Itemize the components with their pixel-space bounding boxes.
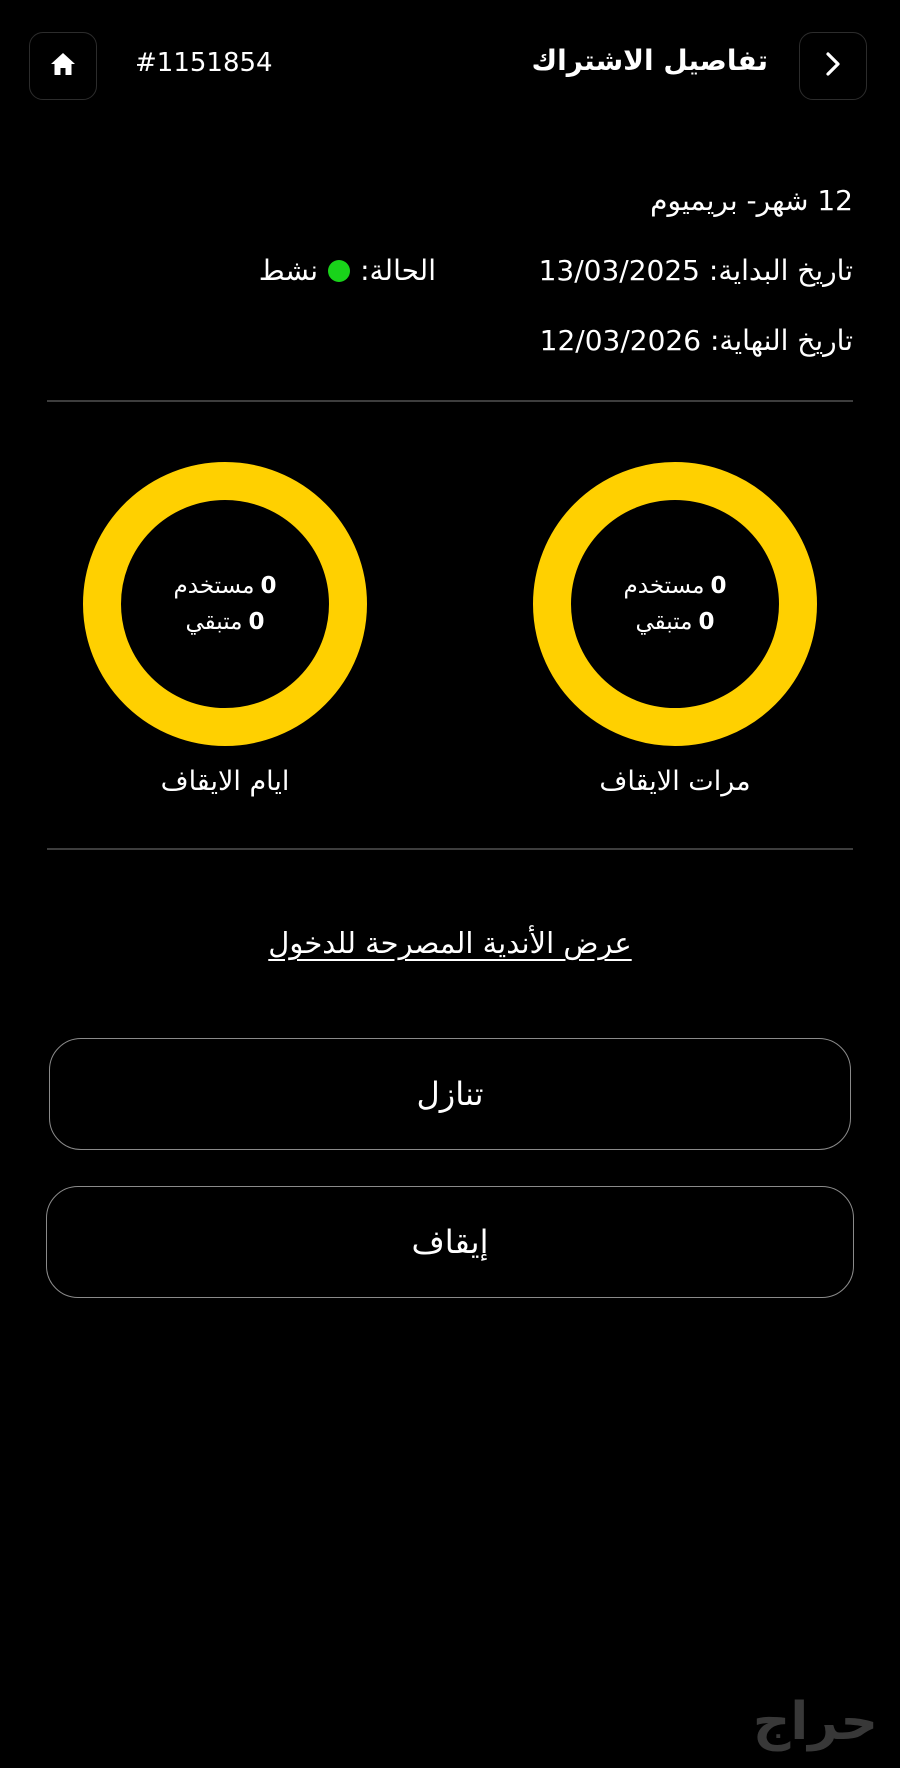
watermark-logo: حراج — [752, 1692, 878, 1752]
freeze-count-remaining: 0 متبقي — [635, 609, 715, 635]
freeze-days-remaining: 0 متبقي — [185, 609, 265, 635]
status-value: نشط — [258, 254, 319, 287]
subscription-id: #1151854 — [135, 48, 273, 78]
end-date-label: تاريخ النهاية: — [709, 324, 853, 357]
header-bar: #1151854 تفاصيل الاشتراك — [0, 0, 900, 135]
freeze-days-used: 0 مستخدم — [173, 573, 277, 599]
back-button[interactable] — [799, 32, 867, 100]
start-date-label: تاريخ البداية: — [708, 254, 853, 287]
page-title: تفاصيل الاشتراك — [531, 44, 769, 77]
freeze-days-stat: 0 مستخدم 0 متبقي ايام الايقاف — [83, 462, 367, 797]
dates-row: تاريخ البداية: 13/03/2025 الحالة: نشط — [47, 254, 853, 294]
divider — [47, 848, 853, 850]
status: الحالة: نشط — [259, 254, 436, 287]
allowed-clubs-link[interactable]: عرض الأندية المصرحة للدخول — [0, 926, 900, 960]
start-date-value: 13/03/2025 — [538, 254, 700, 287]
start-date: تاريخ البداية: 13/03/2025 — [539, 254, 853, 287]
freeze-count-caption: مرات الايقاف — [599, 766, 751, 797]
freeze-count-used: 0 مستخدم — [623, 573, 727, 599]
freeze-button[interactable]: إيقاف — [46, 1186, 854, 1298]
home-button[interactable] — [29, 32, 97, 100]
status-dot-icon — [328, 259, 351, 282]
freeze-count-stat: 0 مستخدم 0 متبقي مرات الايقاف — [533, 462, 817, 797]
divider — [47, 400, 853, 402]
freeze-count-ring: 0 مستخدم 0 متبقي — [533, 462, 817, 746]
freeze-days-ring: 0 مستخدم 0 متبقي — [83, 462, 367, 746]
chevron-right-icon — [823, 50, 843, 82]
end-date-value: 12/03/2026 — [539, 324, 702, 357]
plan-name: 12 شهر- بريميوم — [650, 184, 853, 217]
home-icon — [50, 52, 76, 80]
status-label: الحالة: — [360, 254, 436, 287]
freeze-days-caption: ايام الايقاف — [160, 766, 290, 797]
transfer-button[interactable]: تنازل — [49, 1038, 851, 1150]
end-date: تاريخ النهاية: 12/03/2026 — [47, 324, 853, 357]
